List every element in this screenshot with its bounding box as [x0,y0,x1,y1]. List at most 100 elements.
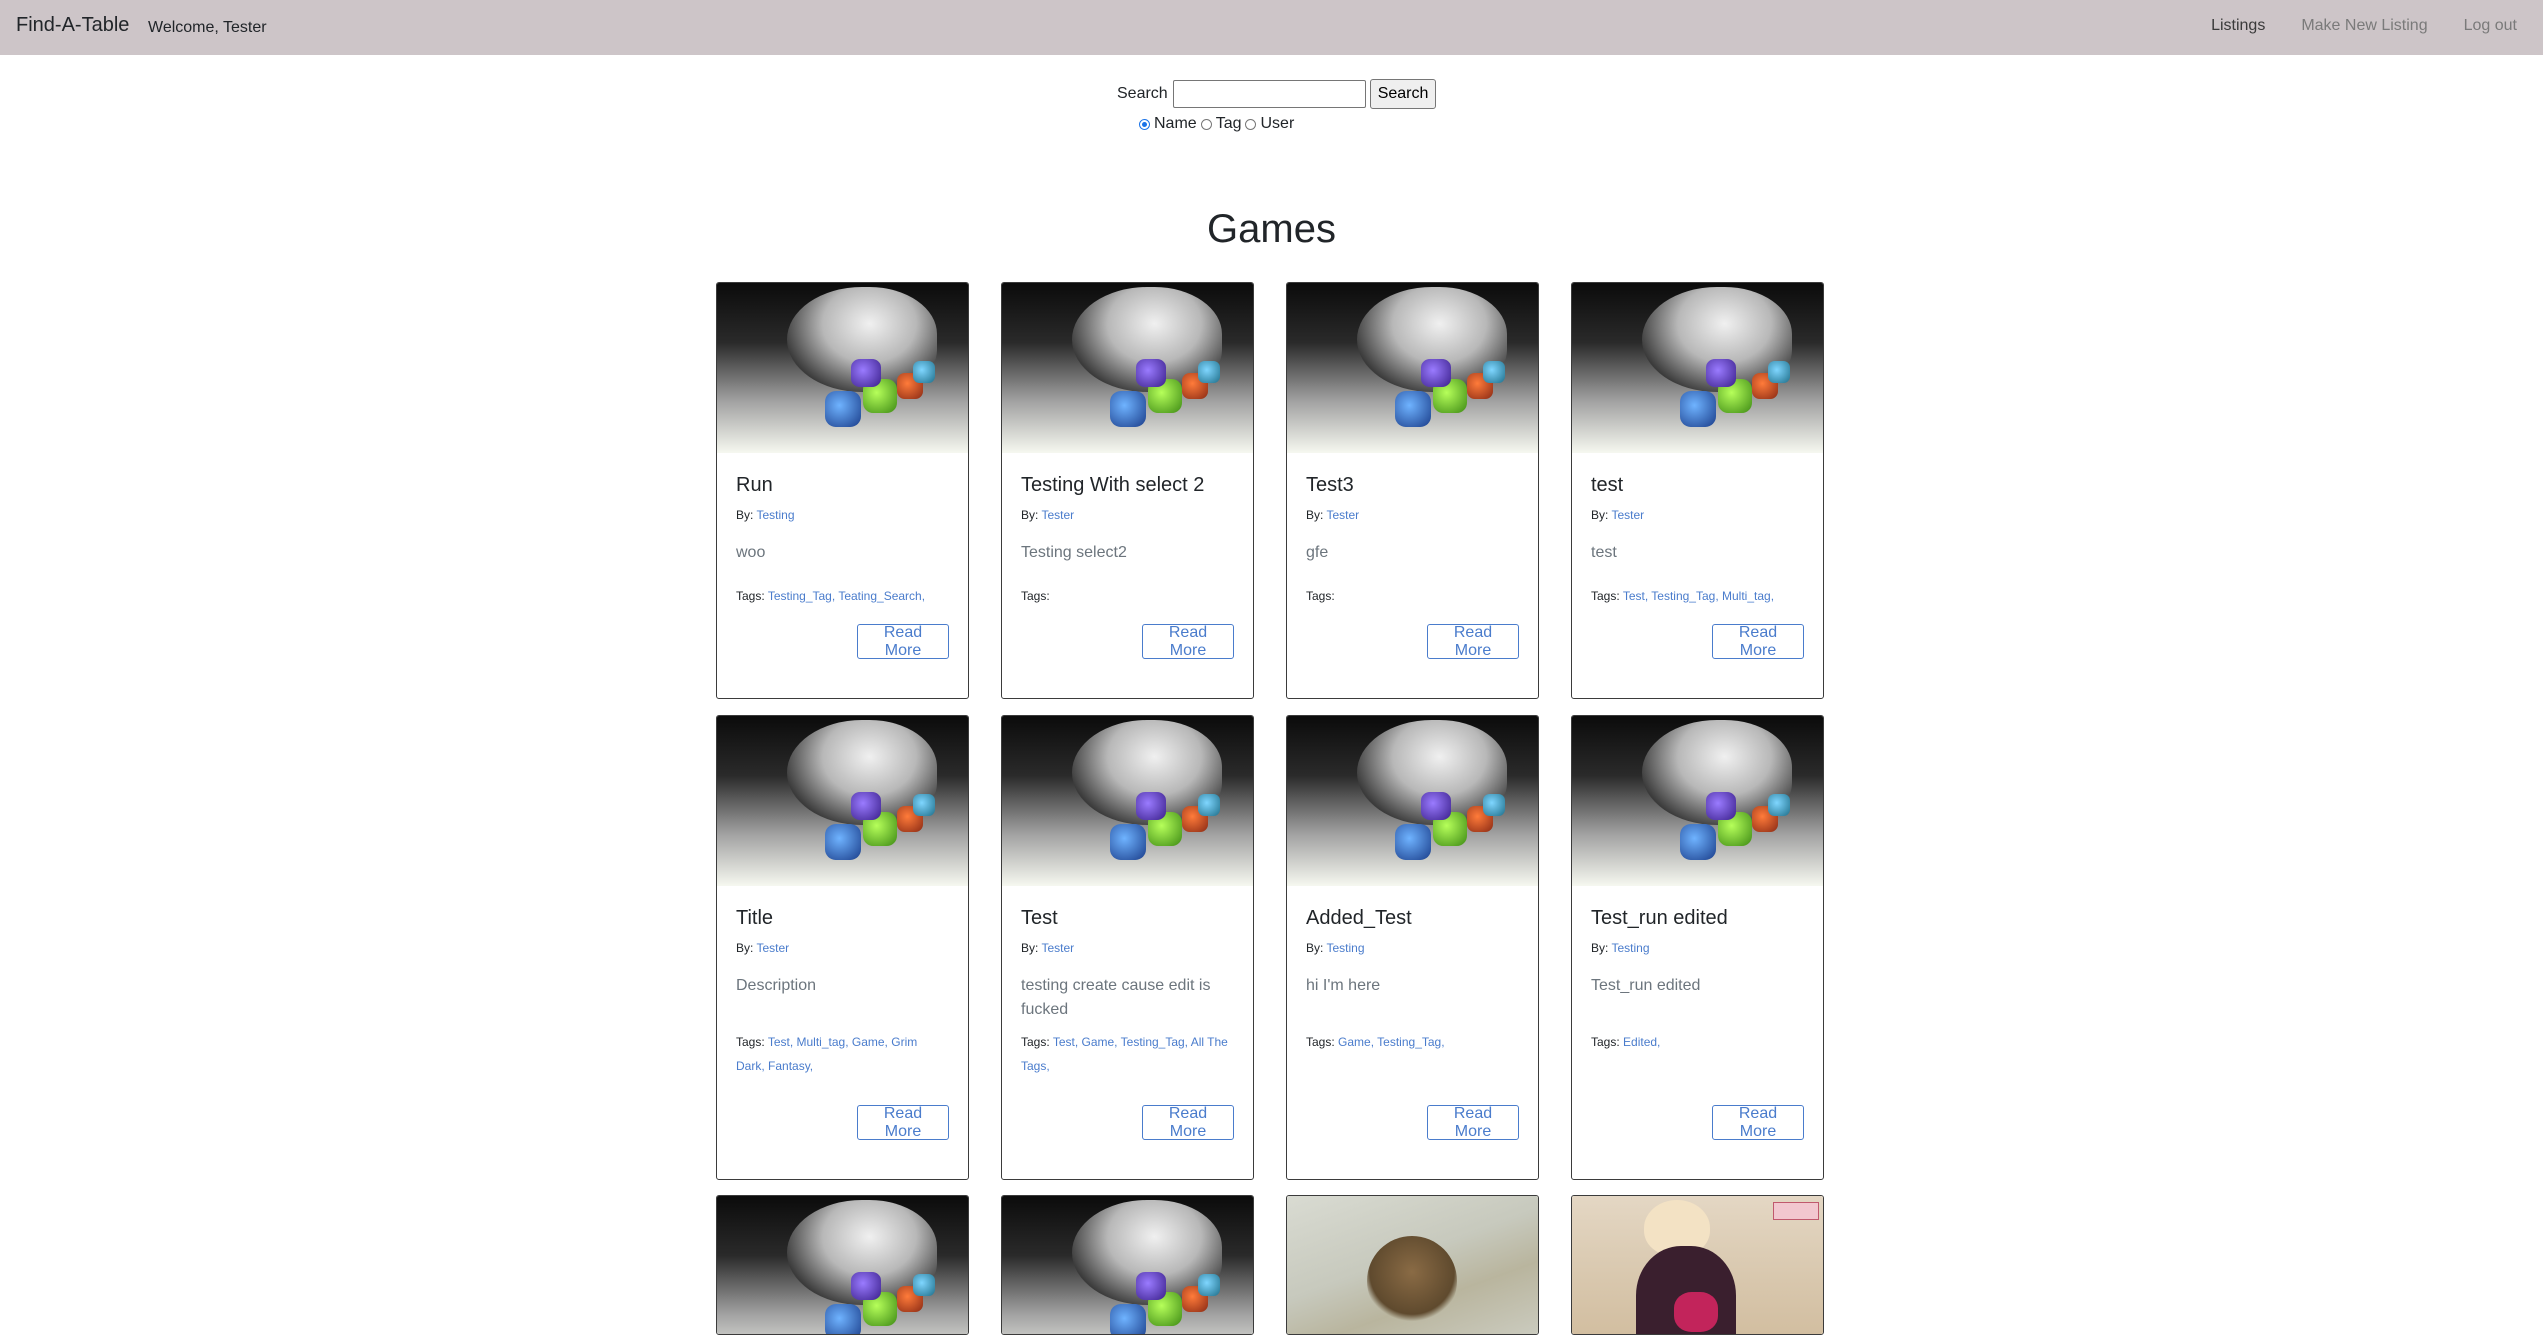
listing-image[interactable] [1572,1196,1823,1334]
listing-card: Added_Test By: Testing hi I'm here Tags: Ga… [1286,715,1539,1180]
by-prefix: By: [1021,508,1039,522]
tag-link[interactable]: Test, [768,1035,793,1049]
radio-user[interactable] [1245,118,1257,130]
search-type-options: Name Tag User [1137,115,1296,133]
search-form: Search Search [1117,79,1437,109]
listing-card: Run By: Testing woo Tags: Testing_Tag, Teat… [716,282,969,699]
by-prefix: By: [736,508,754,522]
read-more-button[interactable]: Read More [1142,1105,1234,1140]
tag-link[interactable]: Game, [1082,1035,1118,1049]
card-title: Test [1021,907,1058,929]
listing-image[interactable] [1287,716,1538,886]
search-option-name[interactable]: Name [1137,115,1197,133]
listing-card: Testing With select 2 By: Tester Testing s… [1001,282,1254,699]
read-more-button[interactable]: Read More [857,1105,949,1140]
listing-card: Test3 By: Tester gfe Tags: Read More [1286,282,1539,699]
card-title: Title [736,907,774,929]
tag-link[interactable]: Testing_Tag, [1651,589,1718,603]
read-more-button[interactable]: Read More [1712,624,1804,659]
card-description: hi I'm here [1306,977,1381,994]
listing-image[interactable] [1002,283,1253,453]
by-prefix: By: [1591,508,1609,522]
card-author: By: Tester [1591,507,1804,523]
listing-image[interactable] [1002,1196,1253,1334]
card-tags: Tags: Test, Testing_Tag, Multi_tag, [1591,584,1804,608]
tags-prefix: Tags: [1591,1035,1620,1049]
card-tags: Tags: [1306,584,1519,608]
read-more-button[interactable]: Read More [1142,624,1234,659]
card-title: Run [736,474,773,496]
listing-image[interactable] [1287,1196,1538,1334]
listing-card: Title By: Tester Description Tags: Test, Mu… [716,715,969,1180]
author-link[interactable]: Testing [756,508,794,522]
tag-link[interactable]: Game, [1338,1035,1374,1049]
nav-logout-link[interactable]: Log out [2464,17,2517,35]
card-title: Test3 [1306,474,1354,496]
tags-prefix: Tags: [736,1035,765,1049]
card-author: By: Testing [736,507,949,523]
search-option-tag-label: Tag [1215,115,1242,132]
card-description: Description [736,977,817,994]
card-body: Test_run edited By: Testing Test_run edite… [1572,886,1823,998]
listing-image[interactable] [717,283,968,453]
card-title: Added_Test [1306,907,1412,929]
author-link[interactable]: Testing [1326,941,1364,955]
tag-link[interactable]: Fantasy, [768,1059,813,1073]
card-tags: Tags: [1021,584,1234,608]
tag-link[interactable]: Testing_Tag, [768,589,835,603]
card-author: By: Tester [1021,507,1234,523]
listing-image[interactable] [717,1196,968,1334]
author-link[interactable]: Tester [756,941,789,955]
tag-link[interactable]: Edited, [1623,1035,1660,1049]
card-description: testing create cause edit is fucked [1021,977,1211,1018]
search-option-tag[interactable]: Tag [1199,115,1242,133]
radio-name[interactable] [1139,118,1150,130]
card-description: Testing select2 [1021,544,1127,561]
listing-card: test By: Tester test Tags: Test, Testing_Ta… [1571,282,1824,699]
tag-link[interactable]: Game, [852,1035,888,1049]
listing-image[interactable] [1572,716,1823,886]
tags-prefix: Tags: [1306,589,1335,603]
search-button[interactable]: Search [1369,79,1437,109]
tag-link[interactable]: Multi_tag, [797,1035,849,1049]
read-more-button[interactable]: Read More [857,624,949,659]
card-author: By: Tester [1021,940,1234,956]
author-link[interactable]: Tester [1041,941,1074,955]
card-body: Title By: Tester Description [717,886,968,998]
nav-links: Listings Make New Listing Log out [2175,17,2517,35]
nav-listings-link[interactable]: Listings [2211,17,2265,35]
tags-prefix: Tags: [1591,589,1620,603]
card-body: Run By: Testing woo [717,453,968,565]
listing-card [1571,1195,1824,1335]
listing-image[interactable] [717,716,968,886]
author-link[interactable]: Testing [1611,941,1649,955]
radio-tag[interactable] [1200,118,1212,130]
tag-link[interactable]: Testing_Tag, [1377,1035,1444,1049]
tags-prefix: Tags: [736,589,765,603]
tag-link[interactable]: Test, [1053,1035,1078,1049]
card-author: By: Tester [736,940,949,956]
listing-card [1286,1195,1539,1335]
author-link[interactable]: Tester [1611,508,1644,522]
read-more-button[interactable]: Read More [1427,624,1519,659]
search-input[interactable] [1172,80,1366,108]
read-more-button[interactable]: Read More [1427,1105,1519,1140]
tag-link[interactable]: Testing_Tag, [1121,1035,1188,1049]
search-label: Search [1117,85,1168,102]
search-option-name-label: Name [1154,115,1197,132]
listing-image[interactable] [1287,283,1538,453]
card-description: Test_run edited [1591,977,1701,994]
brand-link[interactable]: Find-A-Table [16,14,129,37]
search-option-user[interactable]: User [1243,115,1294,133]
read-more-button[interactable]: Read More [1712,1105,1804,1140]
tags-prefix: Tags: [1306,1035,1335,1049]
author-link[interactable]: Tester [1041,508,1074,522]
card-author: By: Testing [1591,940,1804,956]
nav-new-listing-link[interactable]: Make New Listing [2301,17,2427,35]
listing-image[interactable] [1002,716,1253,886]
tag-link[interactable]: Teating_Search, [838,589,925,603]
author-link[interactable]: Tester [1326,508,1359,522]
listing-image[interactable] [1572,283,1823,453]
tag-link[interactable]: Multi_tag, [1722,589,1774,603]
tag-link[interactable]: Test, [1623,589,1648,603]
